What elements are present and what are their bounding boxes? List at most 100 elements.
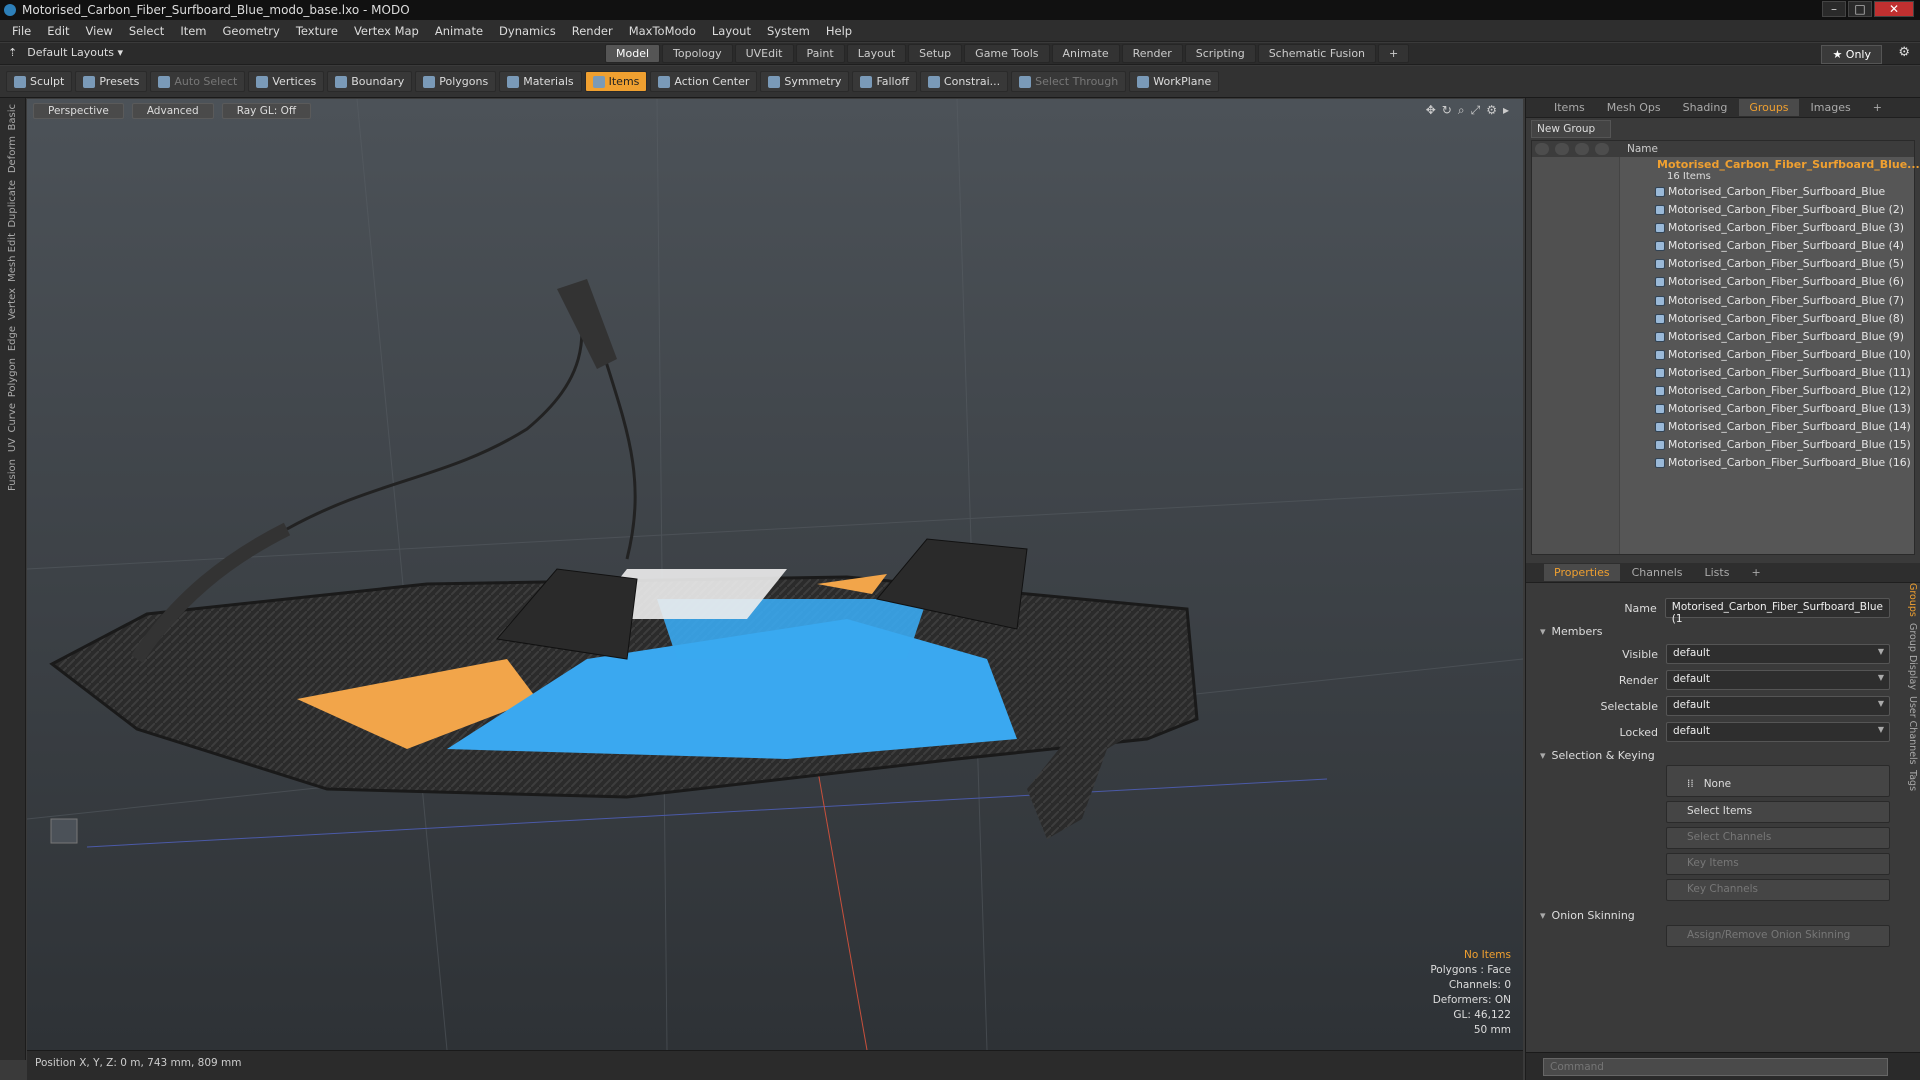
menu-geometry[interactable]: Geometry xyxy=(215,24,288,38)
list-item[interactable]: Motorised_Carbon_Fiber_Surfboard_Blue xyxy=(1532,183,1914,201)
menu-layout[interactable]: Layout xyxy=(704,24,759,38)
sidetab-uv[interactable]: UV xyxy=(7,438,18,452)
tab-uvedit[interactable]: UVEdit xyxy=(734,44,794,63)
sidetab-basic[interactable]: Basic xyxy=(7,104,18,130)
tab-schematic-fusion[interactable]: Schematic Fusion xyxy=(1257,44,1377,63)
symmetry-button[interactable]: Symmetry xyxy=(760,71,850,92)
sidetab-deform[interactable]: Deform xyxy=(7,136,18,173)
sidetab-tags[interactable]: Tags xyxy=(1902,770,1918,791)
auto-select-button[interactable]: Auto Select xyxy=(150,71,246,92)
tab-groups[interactable]: Groups xyxy=(1739,99,1799,116)
tab-channels[interactable]: Channels xyxy=(1622,564,1693,581)
list-item[interactable]: Motorised_Carbon_Fiber_Surfboard_Blue (8… xyxy=(1532,310,1914,328)
sidetab-fusion[interactable]: Fusion xyxy=(7,459,18,491)
advanced-button[interactable]: Advanced xyxy=(131,103,214,119)
expand-arrow-icon[interactable]: ▸ xyxy=(1503,103,1509,118)
list-item[interactable]: Motorised_Carbon_Fiber_Surfboard_Blue (1… xyxy=(1532,418,1914,436)
sidetab-mesh-edit[interactable]: Mesh Edit xyxy=(7,233,18,282)
perspective-button[interactable]: Perspective xyxy=(33,103,124,119)
list-item[interactable]: Motorised_Carbon_Fiber_Surfboard_Blue (2… xyxy=(1532,201,1914,219)
menu-file[interactable]: File xyxy=(4,24,39,38)
selection-keying-section[interactable]: Selection & Keying xyxy=(1526,745,1920,765)
sidetab-curve[interactable]: Curve xyxy=(7,403,18,433)
layout-arrow-icon[interactable]: ⇡ xyxy=(8,46,17,59)
3d-viewport[interactable]: Perspective Advanced Ray GL: Off ✥ ↻ ⌕ ⤢… xyxy=(27,99,1523,1050)
menu-system[interactable]: System xyxy=(759,24,818,38)
name-field[interactable]: Motorised_Carbon_Fiber_Surfboard_Blue (1 xyxy=(1664,598,1890,625)
list-item[interactable]: Motorised_Carbon_Fiber_Surfboard_Blue (5… xyxy=(1532,255,1914,273)
vertices-button[interactable]: Vertices xyxy=(248,71,325,92)
maximize-button[interactable]: □ xyxy=(1848,1,1872,17)
tab-lists[interactable]: Lists xyxy=(1695,564,1740,581)
locked-select[interactable]: default xyxy=(1666,722,1890,742)
command-input[interactable] xyxy=(1543,1058,1888,1076)
lock-icon[interactable] xyxy=(1575,143,1589,155)
items-button[interactable]: Items xyxy=(584,71,648,92)
menu-vertex-map[interactable]: Vertex Map xyxy=(346,24,427,38)
list-item[interactable]: Motorised_Carbon_Fiber_Surfboard_Blue (9… xyxy=(1532,328,1914,346)
list-item[interactable]: Motorised_Carbon_Fiber_Surfboard_Blue (1… xyxy=(1532,436,1914,454)
list-item[interactable]: Motorised_Carbon_Fiber_Surfboard_Blue (4… xyxy=(1532,237,1914,255)
menu-select[interactable]: Select xyxy=(121,24,172,38)
list-item[interactable]: Motorised_Carbon_Fiber_Surfboard_Blue (1… xyxy=(1532,400,1914,418)
assign-onion-skinning-button[interactable]: Assign/Remove Onion Skinning xyxy=(1666,925,1890,947)
tab-scripting[interactable]: Scripting xyxy=(1184,44,1256,63)
menu-dynamics[interactable]: Dynamics xyxy=(491,24,564,38)
tab-properties[interactable]: Properties xyxy=(1544,564,1620,581)
list-item[interactable]: Motorised_Carbon_Fiber_Surfboard_Blue (1… xyxy=(1532,382,1914,400)
raygl-button[interactable]: Ray GL: Off xyxy=(221,103,312,119)
select-icon[interactable] xyxy=(1595,143,1609,155)
polygons-button[interactable]: Polygons xyxy=(415,71,497,92)
gear-icon[interactable]: ⚙ xyxy=(1898,45,1910,60)
tab-images[interactable]: Images xyxy=(1801,99,1861,116)
tab-paint[interactable]: Paint xyxy=(795,44,845,63)
list-item[interactable]: Motorised_Carbon_Fiber_Surfboard_Blue (1… xyxy=(1532,454,1914,472)
constraints-button[interactable]: Constrai... xyxy=(919,71,1009,92)
select-through-button[interactable]: Select Through xyxy=(1011,71,1127,92)
presets-button[interactable]: Presets xyxy=(75,71,148,92)
list-item[interactable]: Motorised_Carbon_Fiber_Surfboard_Blue (7… xyxy=(1532,292,1914,310)
tab-render[interactable]: Render xyxy=(1121,44,1183,63)
sculpt-button[interactable]: Sculpt xyxy=(6,71,73,92)
view-settings-icon[interactable]: ⚙ xyxy=(1486,103,1497,118)
new-group-button[interactable]: New Group xyxy=(1531,120,1611,138)
list-item[interactable]: Motorised_Carbon_Fiber_Surfboard_Blue (1… xyxy=(1532,346,1914,364)
tab-items[interactable]: Items xyxy=(1544,99,1595,116)
list-item[interactable]: Motorised_Carbon_Fiber_Surfboard_Blue (3… xyxy=(1532,219,1914,237)
add-bottom-tab-button[interactable]: + xyxy=(1741,564,1770,581)
action-center-button[interactable]: Action Center xyxy=(650,71,758,92)
key-items-button[interactable]: Key Items xyxy=(1666,853,1890,875)
tab-shading[interactable]: Shading xyxy=(1673,99,1738,116)
sidetab-duplicate[interactable]: Duplicate xyxy=(7,180,18,228)
falloff-button[interactable]: Falloff xyxy=(852,71,917,92)
selectable-select[interactable]: default xyxy=(1666,696,1890,716)
menu-maxtomodo[interactable]: MaxToModo xyxy=(621,24,704,38)
members-section[interactable]: Members xyxy=(1526,621,1920,641)
close-button[interactable]: ✕ xyxy=(1874,1,1914,17)
tab-game-tools[interactable]: Game Tools xyxy=(964,44,1050,63)
sidetab-groups[interactable]: Groups xyxy=(1902,583,1918,617)
sidetab-vertex[interactable]: Vertex xyxy=(7,288,18,320)
sidetab-polygon[interactable]: Polygon xyxy=(7,358,18,397)
group-row[interactable]: Motorised_Carbon_Fiber_Surfboard_Blue...… xyxy=(1532,157,1920,183)
menu-help[interactable]: Help xyxy=(818,24,860,38)
list-item[interactable]: Motorised_Carbon_Fiber_Surfboard_Blue (6… xyxy=(1532,273,1914,291)
tab-model[interactable]: Model xyxy=(605,44,661,63)
tab-topology[interactable]: Topology xyxy=(662,44,733,63)
minimize-button[interactable]: – xyxy=(1822,1,1846,17)
name-column-header[interactable]: Name xyxy=(1627,143,1658,155)
render-icon[interactable] xyxy=(1555,143,1569,155)
tab-layout[interactable]: Layout xyxy=(846,44,907,63)
zoom-view-icon[interactable]: ⌕ xyxy=(1458,103,1465,118)
sidetab-user-channels[interactable]: User Channels xyxy=(1902,696,1918,765)
select-channels-button[interactable]: Select Channels xyxy=(1666,827,1890,849)
visible-select[interactable]: default xyxy=(1666,644,1890,664)
boundary-button[interactable]: Boundary xyxy=(327,71,413,92)
menu-texture[interactable]: Texture xyxy=(288,24,346,38)
none-button[interactable]: ⁞⁞ None xyxy=(1666,765,1890,797)
fit-view-icon[interactable]: ⤢ xyxy=(1471,103,1481,118)
only-button[interactable]: ★ Only xyxy=(1821,45,1882,64)
workplane-button[interactable]: WorkPlane xyxy=(1129,71,1220,92)
materials-button[interactable]: Materials xyxy=(499,71,582,92)
onion-skinning-section[interactable]: Onion Skinning xyxy=(1526,905,1920,925)
